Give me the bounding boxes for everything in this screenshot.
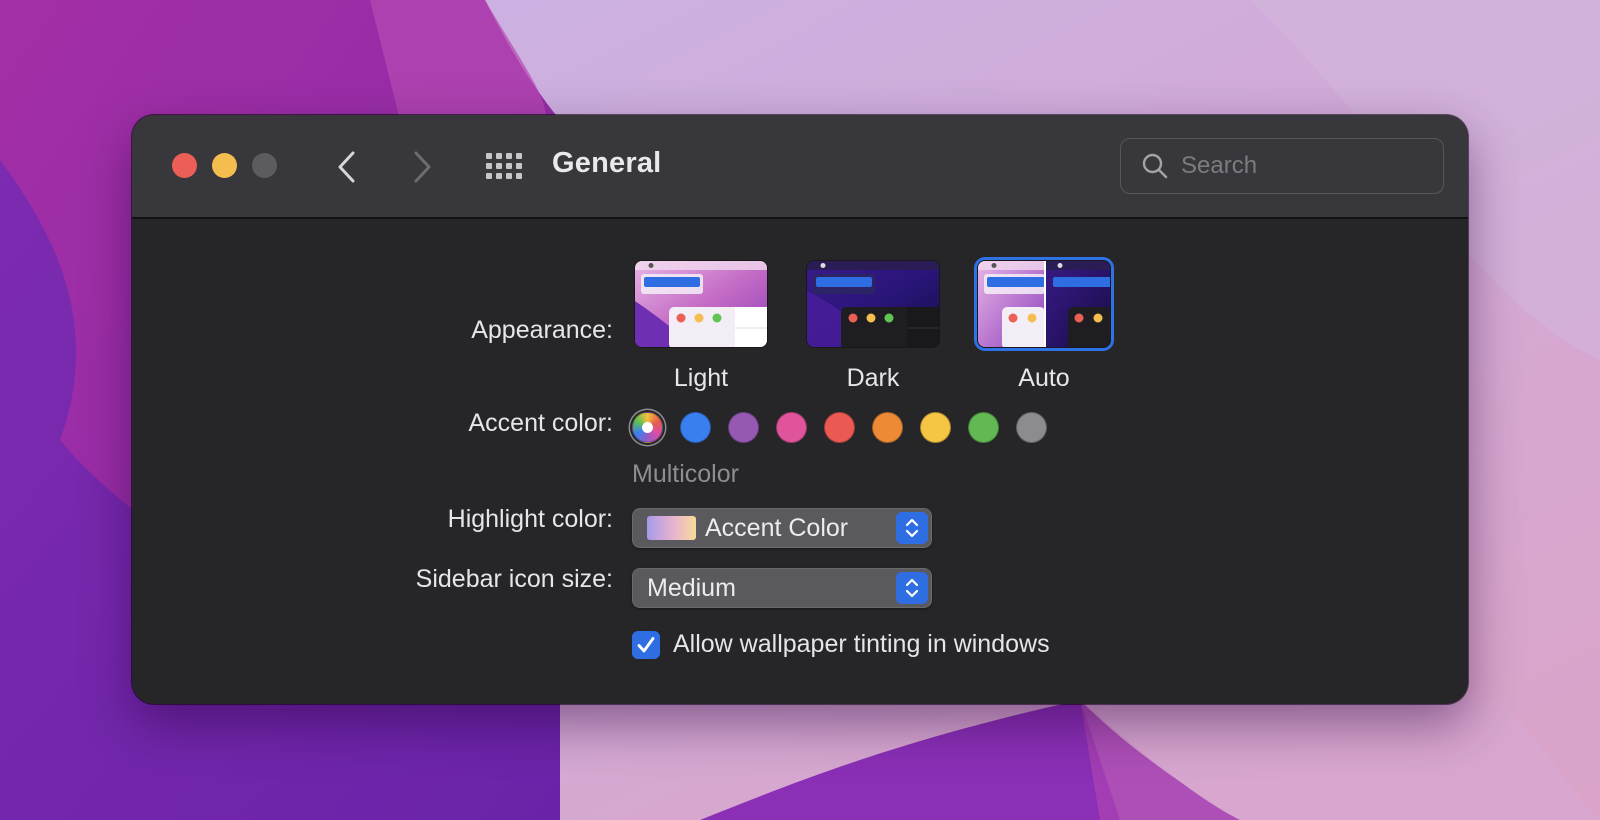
grid-icon <box>486 153 522 179</box>
forward-button[interactable] <box>402 147 442 187</box>
preferences-window: General Appearance: <box>132 115 1468 704</box>
accent-color-name: Multicolor <box>632 460 739 488</box>
appearance-label-auto: Auto <box>1018 364 1070 392</box>
accent-swatch-multicolor[interactable] <box>632 412 663 443</box>
appearance-label: Appearance: <box>471 316 613 344</box>
accent-swatch[interactable] <box>824 412 855 443</box>
highlight-color-popup[interactable]: Accent Color <box>632 508 932 548</box>
sidebar-icon-size-popup[interactable]: Medium <box>632 568 932 608</box>
accent-swatch[interactable] <box>728 412 759 443</box>
accent-swatch[interactable] <box>680 412 711 443</box>
search-input[interactable] <box>1181 152 1421 180</box>
appearance-thumbnail-auto <box>977 260 1111 348</box>
checkmark-icon <box>637 636 655 652</box>
accent-swatch[interactable] <box>1016 412 1047 443</box>
show-all-button[interactable] <box>484 149 524 183</box>
accent-swatch[interactable] <box>920 412 951 443</box>
wallpaper-tinting-option[interactable]: Allow wallpaper tinting in windows <box>632 630 1050 659</box>
title-bar: General <box>132 115 1468 219</box>
highlight-color-value: Accent Color <box>705 513 849 542</box>
zoom-button[interactable] <box>252 153 277 178</box>
search-field[interactable] <box>1120 138 1444 194</box>
accent-swatch[interactable] <box>968 412 999 443</box>
wallpaper-tinting-checkbox[interactable] <box>632 630 660 659</box>
appearance-label-light: Light <box>673 364 729 392</box>
appearance-option-auto[interactable]: Auto <box>975 258 1113 393</box>
window-title: General <box>552 147 662 179</box>
appearance-thumbnail-light <box>634 260 768 348</box>
accent-color-label: Accent color: <box>468 409 613 437</box>
appearance-option-light[interactable]: Light <box>632 258 770 393</box>
popup-arrows-icon <box>896 572 928 604</box>
wallpaper-tinting-label: Allow wallpaper tinting in windows <box>673 630 1050 658</box>
appearance-label-dark: Dark <box>846 364 900 392</box>
accent-swatch[interactable] <box>776 412 807 443</box>
highlight-color-label: Highlight color: <box>447 505 613 533</box>
sidebar-icon-size-value: Medium <box>647 573 736 602</box>
appearance-option-dark[interactable]: Dark <box>804 258 942 393</box>
chevron-left-icon <box>338 151 355 183</box>
appearance-thumbnail-dark <box>806 260 940 348</box>
search-icon <box>1142 153 1168 179</box>
popup-arrows-icon <box>896 512 928 544</box>
close-button[interactable] <box>172 153 197 178</box>
back-button[interactable] <box>327 147 367 187</box>
sidebar-icon-size-label: Sidebar icon size: <box>415 565 613 593</box>
accent-swatch[interactable] <box>872 412 903 443</box>
highlight-color-preview <box>647 516 696 540</box>
minimize-button[interactable] <box>212 153 237 178</box>
accent-color-swatches <box>632 412 1064 443</box>
chevron-right-icon <box>414 151 431 183</box>
